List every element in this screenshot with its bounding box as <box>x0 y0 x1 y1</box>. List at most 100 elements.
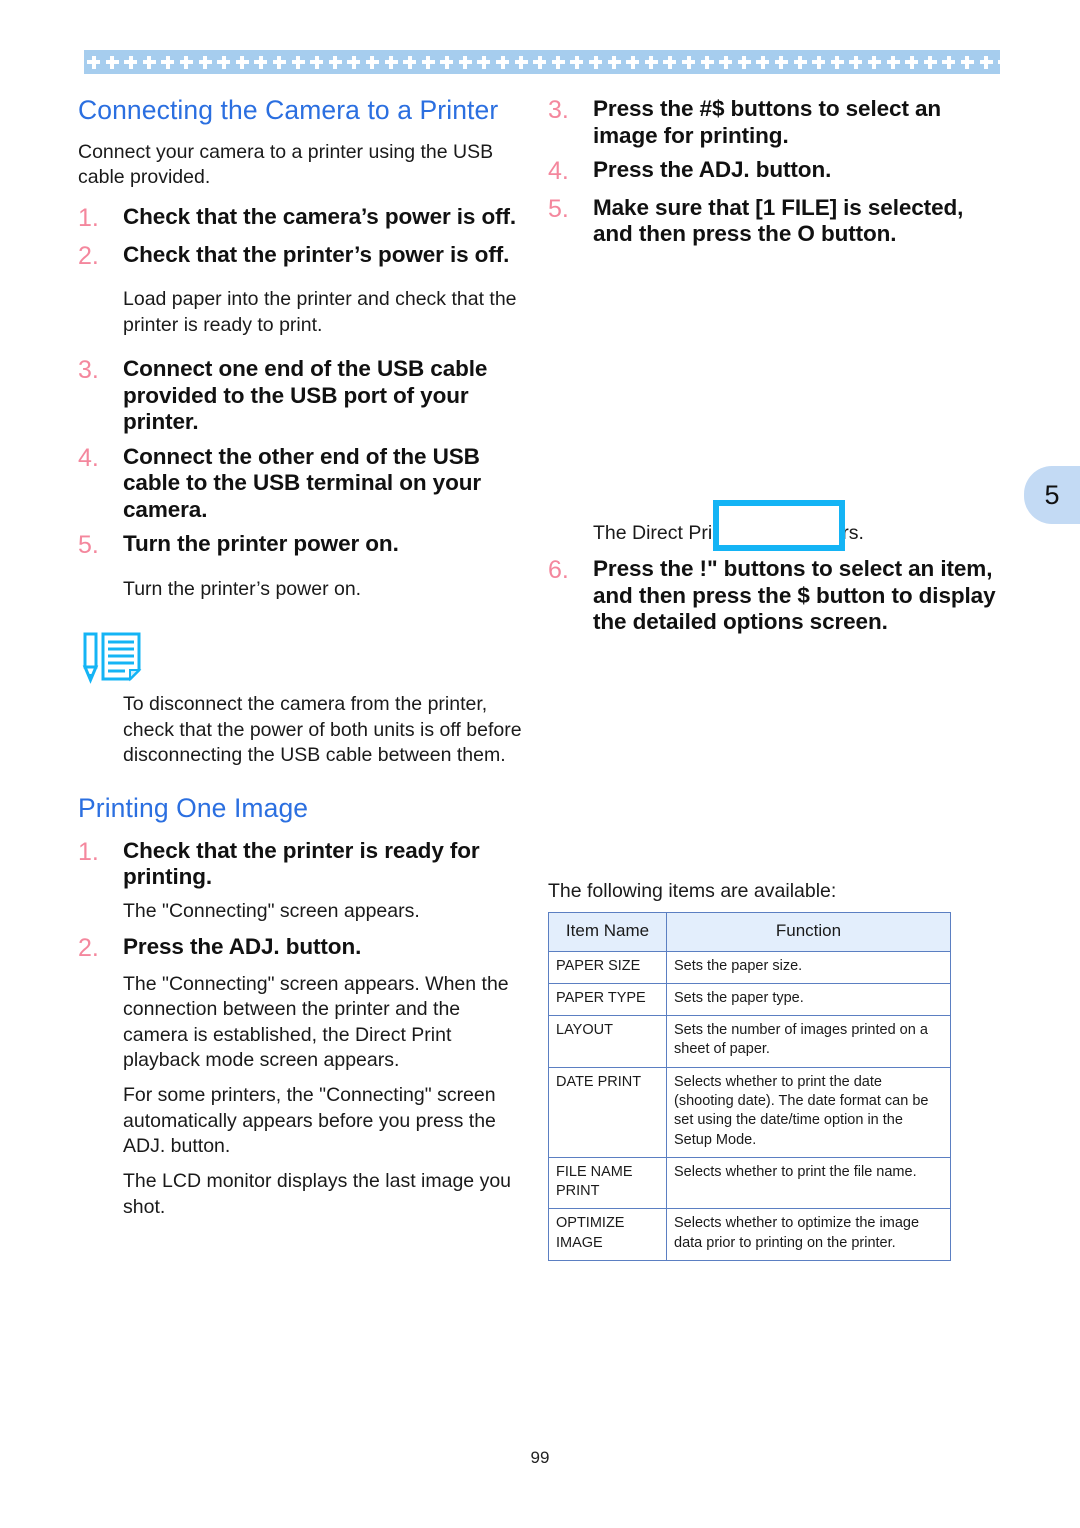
left-column: Connecting the Camera to a Printer Conne… <box>78 95 522 1230</box>
band-motif-row <box>84 50 1000 74</box>
step-label: Press the ADJ. button. <box>123 934 362 960</box>
step-item: 3. Press the #$ buttons to select an ima… <box>548 96 1000 149</box>
band-motif-diamond-icon <box>421 55 435 69</box>
printing-step1-explanation: The "Connecting" screen appears. <box>123 899 420 922</box>
step-item: 4. Press the ADJ. button. <box>548 157 1000 187</box>
table-header-item-name: Item Name <box>548 912 667 952</box>
step-label: Connect the other end of the USB cable t… <box>123 443 482 522</box>
step-label: Press the ADJ. button. <box>593 157 832 183</box>
step-item: 5. Turn the printer power on. <box>78 531 522 561</box>
band-motif-diamond-icon <box>700 55 714 69</box>
step-item: 6. Press the !" buttons to select an ite… <box>548 556 1000 636</box>
band-motif-diamond-icon <box>496 55 510 69</box>
step-label: Turn the printer power on. <box>123 531 399 557</box>
step-item: 1. Check that the camera’s power is off. <box>78 204 522 234</box>
band-motif-diamond-icon <box>644 55 658 69</box>
band-motif-diamond-icon <box>626 55 640 69</box>
step-label: Make sure that [1 FILE] is selected, and… <box>593 194 964 247</box>
band-motif-diamond-icon <box>998 56 1000 69</box>
table-cell-function: Sets the paper size. <box>666 950 951 984</box>
table-row: OPTIMIZE IMAGE Selects whether to optimiz… <box>548 1208 951 1261</box>
table-cell-item-name: FILE NAME PRINT <box>548 1156 667 1210</box>
band-motif-diamond-icon <box>124 55 138 69</box>
band-motif-diamond-icon <box>161 55 175 69</box>
band-motif-diamond-icon <box>254 55 268 69</box>
table-header-function: Function <box>666 912 951 952</box>
band-motif-diamond-icon <box>905 55 919 69</box>
table-cell-function: Sets the paper type. <box>666 982 951 1017</box>
section-heading-printing: Printing One Image <box>78 793 309 824</box>
band-motif-diamond-icon <box>942 55 956 69</box>
table-cell-function: Selects whether to print the file name. <box>666 1156 951 1210</box>
printing-step2-explanation: The "Connecting" screen appears. When th… <box>123 972 509 1071</box>
table-header-row: Item Name Function <box>548 912 951 952</box>
table-cell-function: Selects whether to optimize the image da… <box>666 1208 951 1261</box>
table-cell-function: Sets the number of images printed on a s… <box>666 1015 951 1068</box>
band-motif-diamond-icon <box>291 55 305 69</box>
band-motif-diamond-icon <box>960 55 974 69</box>
step-label: Press the !" buttons to select an item, … <box>593 556 996 635</box>
band-motif-diamond-icon <box>663 55 677 69</box>
band-motif-diamond-icon <box>867 55 881 69</box>
band-motif-diamond-icon <box>793 55 807 69</box>
table-intro: The following items are available: <box>548 879 837 902</box>
note-text: To disconnect the camera from the printe… <box>123 693 522 766</box>
chapter-tab: 5 <box>1024 466 1080 524</box>
printing-step2-explanation: The LCD monitor displays the last image … <box>123 1170 512 1218</box>
step-item: 4. Connect the other end of the USB cabl… <box>78 444 522 524</box>
band-motif-diamond-icon <box>235 55 249 69</box>
print-options-table: Item Name Function PAPER SIZE Sets the pa… <box>548 912 951 1261</box>
band-motif-diamond-icon <box>384 55 398 69</box>
band-motif-diamond-icon <box>774 55 788 69</box>
band-motif-diamond-icon <box>179 55 193 69</box>
step-label: Check that the printer is ready for prin… <box>123 837 480 890</box>
step-item: 2. Check that the printer’s power is off… <box>78 242 522 272</box>
table-cell-function: Selects whether to print the date (shoot… <box>666 1066 951 1158</box>
intro-paragraph: Connect your camera to a printer using t… <box>78 140 494 189</box>
band-motif-diamond-icon <box>570 55 584 69</box>
table-cell-item-name: LAYOUT <box>548 1015 667 1068</box>
step5-explanation: Turn the printer’s power on. <box>123 577 362 600</box>
table-row: PAPER SIZE Sets the paper size. <box>548 950 951 984</box>
step-number: 3. <box>78 356 99 385</box>
step-number: 4. <box>548 157 569 186</box>
step-label: Press the #$ buttons to select an image … <box>593 96 942 148</box>
band-motif-diamond-icon <box>347 55 361 69</box>
step-number: 3. <box>548 96 569 124</box>
band-motif-diamond-icon <box>719 55 733 69</box>
table-row: PAPER TYPE Sets the paper type. <box>548 982 951 1017</box>
band-motif-diamond-icon <box>310 55 324 69</box>
band-motif-diamond-icon <box>328 55 342 69</box>
band-motif-diamond-icon <box>923 55 937 69</box>
step-number: 2. <box>78 934 99 963</box>
table-cell-item-name: OPTIMIZE IMAGE <box>548 1208 667 1261</box>
band-motif-diamond-icon <box>142 55 156 69</box>
band-motif-diamond-icon <box>440 55 454 69</box>
table-cell-item-name: DATE PRINT <box>548 1066 667 1158</box>
direct-print-menu-figure <box>713 500 845 551</box>
table-cell-item-name: PAPER TYPE <box>548 982 667 1017</box>
band-motif-diamond-icon <box>105 55 119 69</box>
step-label: Check that the camera’s power is off. <box>123 204 517 230</box>
band-motif-diamond-icon <box>458 55 472 69</box>
step-item: 1. Check that the printer is ready for p… <box>78 838 522 891</box>
band-motif-diamond-icon <box>589 55 603 69</box>
step-number: 1. <box>78 837 99 866</box>
decorative-top-band <box>84 50 1000 74</box>
right-column: 3. Press the #$ buttons to select an ima… <box>548 96 1000 1261</box>
page-number: 99 <box>530 1448 550 1467</box>
step-number: 4. <box>78 443 99 472</box>
step-label: Connect one end of the USB cable provide… <box>123 356 488 435</box>
step-number: 2. <box>78 241 99 270</box>
band-motif-diamond-icon <box>812 55 826 69</box>
band-motif-diamond-icon <box>217 55 231 69</box>
chapter-tab-number: 5 <box>1044 479 1060 510</box>
table-cell-item-name: PAPER SIZE <box>548 950 667 984</box>
step-number: 5. <box>78 531 99 560</box>
printing-step2-explanation: For some printers, the "Connecting" scre… <box>123 1084 496 1157</box>
step-number: 6. <box>548 556 569 585</box>
table-row: FILE NAME PRINT Selects whether to print … <box>548 1156 951 1210</box>
manual-page: 5 Connecting the Camera to a Printer Con… <box>0 0 1080 1528</box>
band-motif-diamond-icon <box>514 55 528 69</box>
step-item: 3. Connect one end of the USB cable prov… <box>78 356 522 436</box>
